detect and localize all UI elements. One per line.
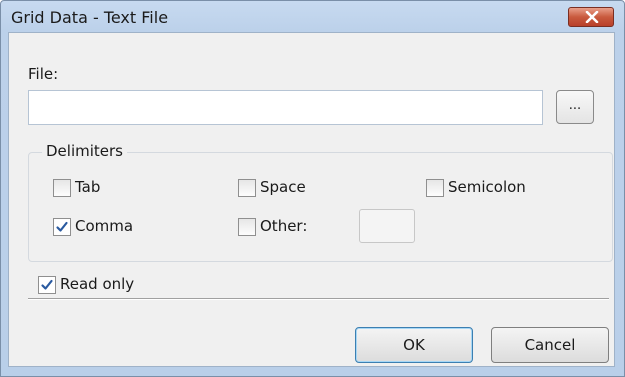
file-path-input[interactable] (28, 90, 543, 125)
other-checkbox[interactable] (238, 218, 256, 236)
browse-button[interactable]: ... (556, 90, 594, 124)
tab-label[interactable]: Tab (75, 178, 100, 196)
semicolon-label[interactable]: Semicolon (448, 178, 526, 196)
delimiters-group (28, 152, 613, 262)
separator (28, 298, 609, 300)
close-button[interactable] (568, 7, 614, 27)
file-label: File: (28, 65, 59, 83)
checkmark-icon (41, 279, 53, 290)
title-bar[interactable]: Grid Data - Text File (1, 1, 624, 33)
checkmark-icon (56, 221, 68, 232)
ok-button[interactable]: OK (355, 327, 473, 363)
comma-checkbox[interactable] (53, 218, 71, 236)
space-checkbox[interactable] (238, 179, 256, 197)
space-label[interactable]: Space (260, 178, 306, 196)
read-only-checkbox[interactable] (38, 276, 56, 294)
other-delimiter-input[interactable] (359, 209, 415, 243)
semicolon-checkbox[interactable] (426, 179, 444, 197)
read-only-label[interactable]: Read only (60, 275, 134, 293)
window-title: Grid Data - Text File (11, 8, 169, 27)
other-label[interactable]: Other: (260, 217, 307, 235)
close-icon (585, 11, 599, 23)
tab-checkbox[interactable] (53, 179, 71, 197)
comma-label[interactable]: Comma (75, 217, 133, 235)
cancel-button[interactable]: Cancel (491, 327, 609, 363)
delimiters-group-title: Delimiters (42, 142, 127, 160)
